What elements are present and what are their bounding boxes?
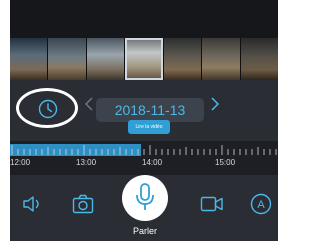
- mic-icon: [136, 183, 154, 210]
- svg-text:A: A: [257, 199, 265, 211]
- talk-button[interactable]: [122, 175, 168, 221]
- video-icon[interactable]: [200, 196, 224, 212]
- time-label: 12:00: [10, 158, 31, 167]
- live-button[interactable]: Lire la vidéo: [128, 120, 170, 134]
- clock-icon: [38, 99, 58, 119]
- speaker-icon[interactable]: [22, 195, 44, 213]
- timeline-track[interactable]: 12:00 13:00 14:00 15:00: [10, 141, 278, 175]
- date-navigation: 2018-11-13 Lire la vidéo: [10, 82, 278, 142]
- app-screen: 2018-11-13 Lire la vidéo 12:00 13:00 14:…: [10, 0, 278, 241]
- control-bar: Parler A: [10, 175, 278, 241]
- talk-label: Parler: [132, 226, 157, 236]
- thumbnail[interactable]: [240, 38, 278, 80]
- timeline-ticks: [11, 145, 277, 155]
- time-label: 13:00: [76, 158, 97, 167]
- status-bar: [10, 0, 278, 38]
- thumbnail-selected[interactable]: [125, 38, 163, 80]
- thumbnail[interactable]: [202, 38, 240, 80]
- thumbnail[interactable]: [163, 38, 202, 80]
- time-label: 15:00: [215, 158, 236, 167]
- chevron-right-icon[interactable]: [210, 96, 220, 112]
- history-button[interactable]: [16, 88, 78, 128]
- thumbnail[interactable]: [86, 38, 125, 80]
- auto-icon[interactable]: A: [250, 193, 272, 215]
- camera-icon[interactable]: [72, 194, 94, 214]
- chevron-left-icon[interactable]: [84, 96, 94, 112]
- date-display[interactable]: 2018-11-13: [96, 98, 204, 122]
- thumbnail-strip[interactable]: [10, 38, 278, 80]
- thumbnail[interactable]: [10, 38, 48, 80]
- time-label: 14:00: [142, 158, 163, 167]
- thumbnail[interactable]: [48, 38, 86, 80]
